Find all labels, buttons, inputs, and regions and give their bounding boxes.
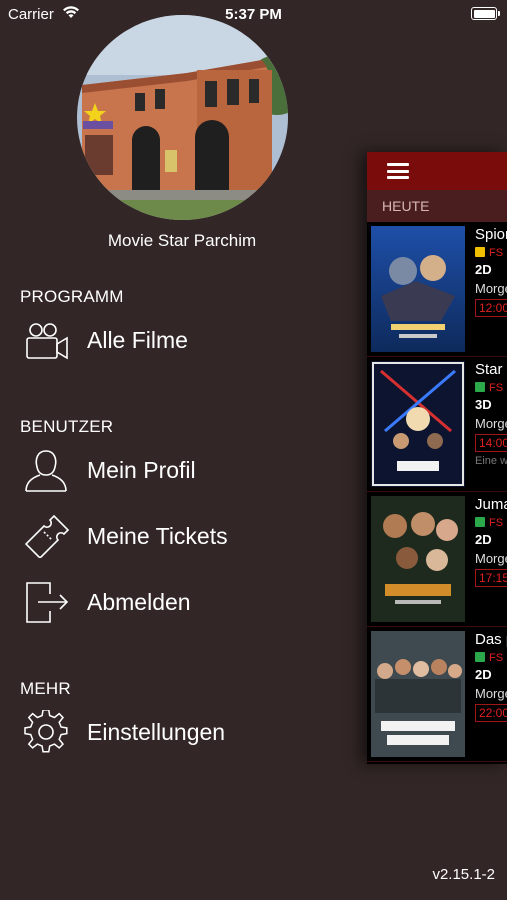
film-title: Spion	[475, 226, 507, 243]
clock: 5:37 PM	[225, 6, 282, 23]
menu-item-all-films[interactable]: Alle Filme	[20, 314, 360, 366]
film-row[interactable]: Das p FS 2D Morge 22:00	[367, 627, 507, 762]
film-title: Star	[475, 361, 503, 378]
film-daypart: Morge	[475, 551, 507, 566]
app-version: v2.15.1-2	[432, 866, 495, 883]
film-row[interactable]: Star FS 3D Morge 14:00 Eine w	[367, 357, 507, 492]
battery-icon	[471, 7, 500, 20]
fsk-badge-icon	[475, 652, 485, 662]
menu-label-all-films: Alle Filme	[87, 327, 188, 353]
film-note: Eine w	[475, 455, 507, 467]
user-icon	[24, 448, 70, 492]
film-title: Juma	[475, 496, 507, 513]
menu-item-profile[interactable]: Mein Profil	[20, 444, 360, 496]
film-format: 2D	[475, 532, 492, 547]
menu-item-settings[interactable]: Einstellungen	[20, 706, 360, 758]
hamburger-icon[interactable]	[387, 163, 409, 179]
section-heading-more: MEHR	[20, 679, 71, 698]
cinema-photo	[77, 15, 288, 220]
fsk-rating: FS	[475, 517, 507, 529]
fsk-rating: FS	[475, 247, 507, 259]
fsk-badge-icon	[475, 517, 485, 527]
section-heading-user: BENUTZER	[20, 417, 114, 436]
main-panel[interactable]: HEUTE Spion FS 2D Morge 12:00	[367, 152, 507, 764]
film-format: 2D	[475, 667, 492, 682]
fsk-badge-icon	[475, 247, 485, 257]
fsk-badge-icon	[475, 382, 485, 392]
logout-icon	[24, 580, 70, 624]
film-daypart: Morge	[475, 281, 507, 296]
film-title: Das p	[475, 631, 507, 648]
navbar	[367, 152, 507, 190]
showtime-button[interactable]: 22:00	[475, 704, 507, 722]
tab-today[interactable]: HEUTE	[367, 190, 507, 222]
tab-today-label: HEUTE	[382, 198, 430, 214]
status-bar: Carrier 5:37 PM	[0, 0, 507, 30]
showtime-button[interactable]: 12:00	[475, 299, 507, 317]
poster-image	[371, 226, 465, 352]
showtime-button[interactable]: 14:00	[475, 434, 507, 452]
film-format: 3D	[475, 397, 492, 412]
film-daypart: Morge	[475, 416, 507, 431]
menu-label-logout: Abmelden	[87, 589, 191, 615]
menu-label-profile: Mein Profil	[87, 457, 196, 483]
poster-image	[371, 631, 465, 757]
showtime-button[interactable]: 17:15	[475, 569, 507, 587]
ticket-icon	[24, 514, 70, 560]
menu-label-tickets: Meine Tickets	[87, 523, 228, 549]
menu-item-tickets[interactable]: Meine Tickets	[20, 510, 360, 562]
fsk-rating: FS	[475, 652, 507, 664]
film-info: Juma FS 2D Morge 17:15	[475, 496, 507, 587]
menu-label-settings: Einstellungen	[87, 719, 226, 745]
cinema-name: Movie Star Parchim	[107, 231, 257, 250]
poster-image	[371, 361, 465, 487]
film-info: Star FS 3D Morge 14:00 Eine w	[475, 361, 507, 467]
menu-item-logout[interactable]: Abmelden	[20, 576, 360, 628]
video-camera-icon	[24, 318, 70, 362]
fsk-rating: FS	[475, 382, 507, 394]
gear-icon	[24, 709, 70, 754]
poster-image	[371, 496, 465, 622]
film-info: Spion FS 2D Morge 12:00	[475, 226, 507, 317]
section-heading-program: PROGRAMM	[20, 287, 124, 306]
film-row[interactable]: Juma FS 2D Morge 17:15	[367, 492, 507, 627]
film-format: 2D	[475, 262, 492, 277]
film-row[interactable]: Spion FS 2D Morge 12:00	[367, 222, 507, 357]
film-info: Das p FS 2D Morge 22:00	[475, 631, 507, 722]
film-daypart: Morge	[475, 686, 507, 701]
